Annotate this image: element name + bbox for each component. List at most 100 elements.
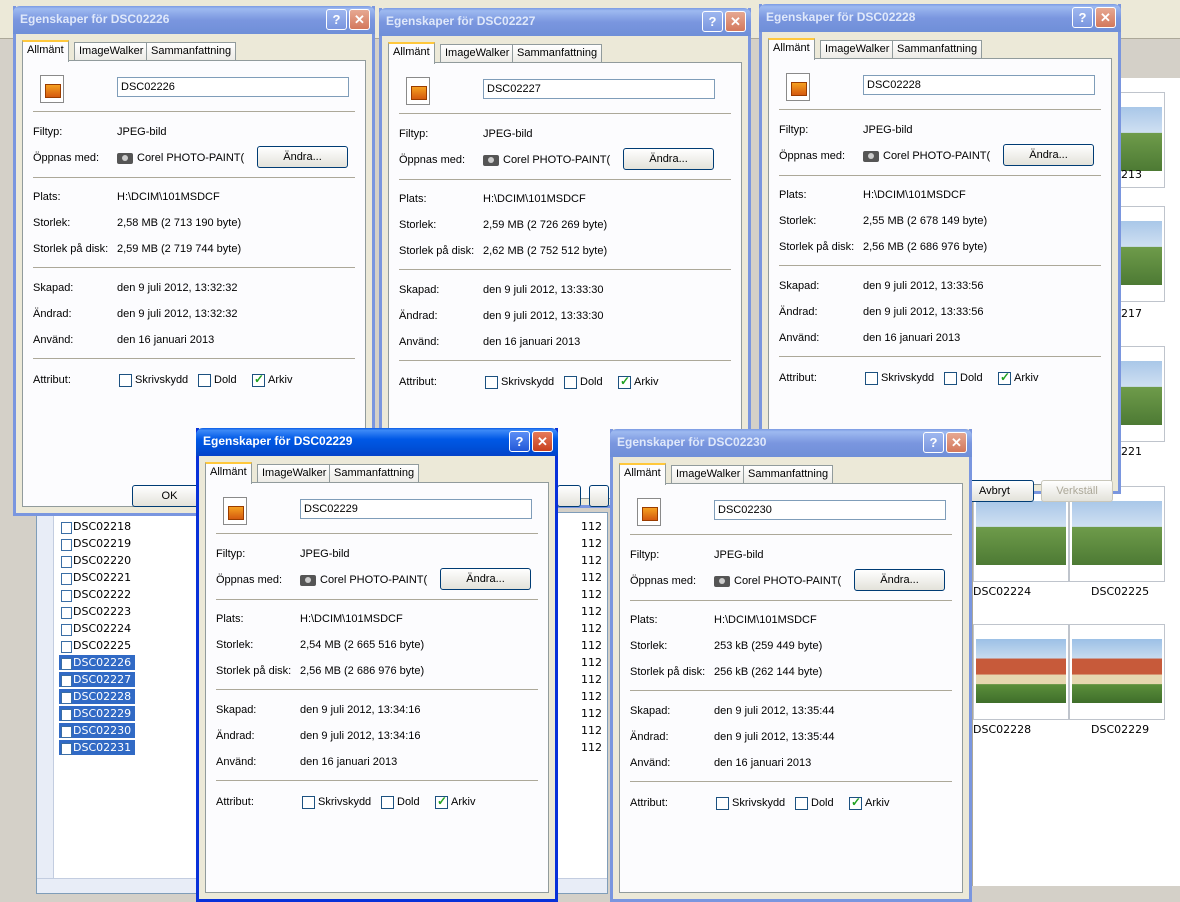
size-label: Storlek: <box>630 640 668 652</box>
archive-checkbox[interactable] <box>435 794 448 809</box>
file-date: 112 <box>581 554 602 567</box>
help-button[interactable]: ? <box>1072 7 1093 28</box>
jpeg-file-icon <box>40 75 64 103</box>
accessed-value: den 16 januari 2013 <box>483 336 581 348</box>
location-value: H:\DCIM\101MSDCF <box>714 614 817 626</box>
file-name: DSC02228 <box>59 689 136 704</box>
hidden-checkbox[interactable] <box>944 372 957 385</box>
dialog-button-partial[interactable] <box>589 485 609 507</box>
thumbnail-label: DSC02224 <box>973 585 1032 598</box>
change-button[interactable]: Ändra... <box>440 568 531 590</box>
file-list-vertical-scrollbar[interactable] <box>37 513 54 893</box>
created-value: den 9 juli 2012, 13:35:44 <box>714 705 835 717</box>
size-value: 2,54 MB (2 665 516 byte) <box>300 639 425 651</box>
file-name: DSC02230 <box>59 723 136 738</box>
divider <box>399 179 731 180</box>
tab-summary[interactable]: Sammanfattning <box>512 44 603 62</box>
accessed-value: den 16 januari 2013 <box>300 756 398 768</box>
file-name: DSC02223 <box>59 604 135 619</box>
modified-label: Ändrad: <box>399 310 438 322</box>
file-date: 112 <box>581 588 602 601</box>
change-button[interactable]: Ändra... <box>854 569 945 591</box>
archive-checkbox[interactable] <box>849 795 862 810</box>
modified-value: den 9 juli 2012, 13:35:44 <box>714 731 835 743</box>
hidden-checkbox[interactable] <box>381 796 394 809</box>
jpeg-file-icon <box>223 497 247 525</box>
accessed-label: Använd: <box>779 332 820 344</box>
change-button[interactable]: Ändra... <box>1003 144 1094 166</box>
filetype-label: Filtyp: <box>216 548 246 560</box>
help-button[interactable]: ? <box>326 9 347 30</box>
help-button[interactable]: ? <box>702 11 723 32</box>
filetype-value: JPEG-bild <box>117 126 167 138</box>
help-button[interactable]: ? <box>509 431 530 452</box>
dialog-titlebar[interactable]: Egenskaper för DSC02228 ? ✕ <box>759 4 1121 32</box>
modified-value: den 9 juli 2012, 13:33:56 <box>863 306 984 318</box>
readonly-checkbox[interactable] <box>716 797 729 810</box>
tab-summary[interactable]: Sammanfattning <box>329 464 420 482</box>
dialog-titlebar[interactable]: Egenskaper för DSC02227 ? ✕ <box>379 8 751 36</box>
tab-imagewalker[interactable]: ImageWalker <box>440 44 515 62</box>
hidden-checkbox[interactable] <box>564 376 577 389</box>
file-date: 112 <box>581 707 602 720</box>
hidden-checkbox[interactable] <box>795 797 808 810</box>
filename-input[interactable] <box>714 500 946 520</box>
close-button[interactable]: ✕ <box>349 9 370 30</box>
size-on-disk-label: Storlek på disk: <box>630 666 706 678</box>
dialog-button-partial[interactable] <box>557 485 581 507</box>
tab-general[interactable]: Allmänt <box>619 463 666 485</box>
readonly-checkbox[interactable] <box>485 376 498 389</box>
tab-general[interactable]: Allmänt <box>205 462 252 484</box>
thumbnail[interactable] <box>973 624 1069 720</box>
tab-summary[interactable]: Sammanfattning <box>146 42 237 60</box>
help-button[interactable]: ? <box>923 432 944 453</box>
close-button[interactable]: ✕ <box>1095 7 1116 28</box>
tab-imagewalker[interactable]: ImageWalker <box>820 40 895 58</box>
created-value: den 9 juli 2012, 13:32:32 <box>117 282 238 294</box>
close-button[interactable]: ✕ <box>725 11 746 32</box>
hidden-checkbox[interactable] <box>198 374 211 387</box>
tab-general[interactable]: Allmänt <box>388 42 435 64</box>
camera-icon <box>117 153 133 164</box>
close-button[interactable]: ✕ <box>946 432 967 453</box>
divider <box>216 533 538 534</box>
change-button[interactable]: Ändra... <box>623 148 714 170</box>
readonly-checkbox[interactable] <box>302 796 315 809</box>
dialog-titlebar[interactable]: Egenskaper för DSC02230 ? ✕ <box>610 429 972 457</box>
file-name: DSC02229 <box>59 706 136 721</box>
tab-summary[interactable]: Sammanfattning <box>892 40 983 58</box>
divider <box>399 360 731 361</box>
readonly-checkbox[interactable] <box>119 374 132 387</box>
tab-imagewalker[interactable]: ImageWalker <box>74 42 149 60</box>
location-value: H:\DCIM\101MSDCF <box>483 193 586 205</box>
size-on-disk-value: 2,56 MB (2 686 976 byte) <box>300 665 425 677</box>
change-button[interactable]: Ändra... <box>257 146 348 168</box>
created-value: den 9 juli 2012, 13:34:16 <box>300 704 421 716</box>
thumbnail[interactable] <box>1069 624 1165 720</box>
readonly-checkbox[interactable] <box>865 372 878 385</box>
filename-input[interactable] <box>483 79 715 99</box>
filename-input[interactable] <box>863 75 1095 95</box>
tab-general[interactable]: Allmänt <box>768 38 815 60</box>
dialog-title: Egenskaper för DSC02226 <box>20 12 170 26</box>
opens-with-label: Öppnas med: <box>779 150 846 162</box>
tab-imagewalker[interactable]: ImageWalker <box>671 465 746 483</box>
file-date: 112 <box>581 690 602 703</box>
dialog-title: Egenskaper för DSC02227 <box>386 14 536 28</box>
filename-input[interactable] <box>117 77 349 97</box>
filetype-label: Filtyp: <box>33 126 63 138</box>
dialog-titlebar[interactable]: Egenskaper för DSC02229 ? ✕ <box>196 428 558 456</box>
divider <box>779 109 1101 110</box>
archive-checkbox[interactable] <box>618 374 631 389</box>
tab-summary[interactable]: Sammanfattning <box>743 465 834 483</box>
tab-imagewalker[interactable]: ImageWalker <box>257 464 332 482</box>
filename-input[interactable] <box>300 499 532 519</box>
file-date: 112 <box>581 622 602 635</box>
divider <box>33 111 355 112</box>
archive-checkbox[interactable] <box>998 370 1011 385</box>
close-button[interactable]: ✕ <box>532 431 553 452</box>
properties-dialog: Egenskaper för DSC02229 ? ✕ Allmänt Imag… <box>196 428 558 902</box>
archive-checkbox[interactable] <box>252 372 265 387</box>
tab-general[interactable]: Allmänt <box>22 40 69 62</box>
dialog-titlebar[interactable]: Egenskaper för DSC02226 ? ✕ <box>13 6 375 34</box>
